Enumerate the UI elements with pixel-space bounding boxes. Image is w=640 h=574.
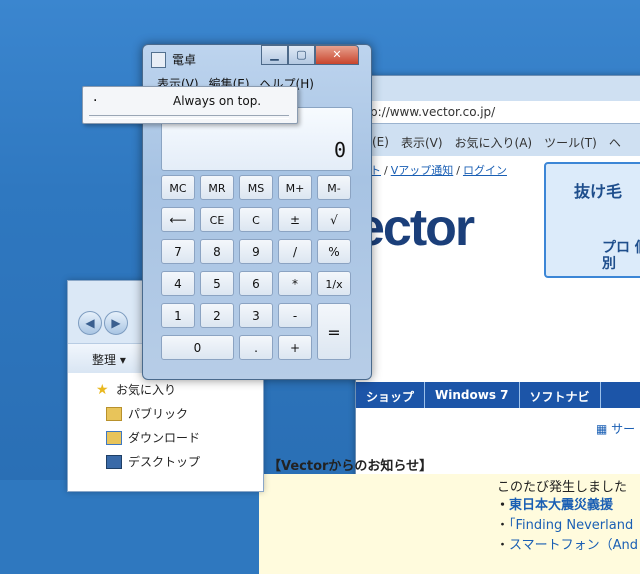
menu-tools[interactable]: ツール(T) (544, 134, 597, 151)
vector-logo[interactable]: ector (356, 198, 475, 258)
display-value: 0 (333, 138, 346, 162)
ad-headline: 抜け毛 (574, 182, 623, 201)
navigation-pane: ★ お気に入り パブリック ダウンロード デスクトップ (68, 373, 263, 491)
close-button[interactable]: ✕ (315, 45, 359, 65)
minimize-button[interactable]: ▁ (261, 45, 288, 65)
always-on-top-item[interactable]: Always on top. (173, 94, 261, 108)
nav-public-label: パブリック (128, 407, 189, 421)
key-4[interactable]: 4 (161, 271, 195, 296)
nav-favorites-label: お気に入り (116, 383, 177, 397)
menu-view[interactable]: 表示(V) (401, 134, 443, 151)
key-mplus[interactable]: M+ (278, 175, 312, 200)
nav-buttons: ◀ ▶ (78, 311, 128, 335)
key-sqrt[interactable]: √ (317, 207, 351, 232)
key-reciprocal[interactable]: 1/x (317, 271, 351, 296)
organize-button[interactable]: 整理 ▾ (92, 351, 126, 368)
key-ms[interactable]: MS (239, 175, 273, 200)
site-nav: ショップ Windows 7 ソフトナビ (356, 382, 640, 408)
key-6[interactable]: 6 (239, 271, 273, 296)
key-subtract[interactable]: - (278, 303, 312, 328)
folder-icon (106, 406, 122, 421)
key-7[interactable]: 7 (161, 239, 195, 264)
link-login[interactable]: ログイン (463, 164, 507, 177)
key-mc[interactable]: MC (161, 175, 195, 200)
nav-downloads-label: ダウンロード (128, 431, 201, 445)
notice-list: 東日本大震災義援 「Finding Neverland スマートフォン（And (496, 496, 638, 556)
key-8[interactable]: 8 (200, 239, 234, 264)
notice-item[interactable]: スマートフォン（And (496, 536, 638, 556)
key-percent[interactable]: % (317, 239, 351, 264)
key-add[interactable]: + (278, 335, 312, 360)
menu-bullet-icon: · (93, 93, 98, 109)
calculator-title: 電卓 (172, 53, 197, 67)
star-icon: ★ (96, 381, 109, 398)
notice-heading: 【Vectorからのお知らせ】 (268, 459, 433, 474)
desktop-icon (106, 454, 122, 469)
key-0[interactable]: 0 (161, 335, 234, 360)
key-plusminus[interactable]: ± (278, 207, 312, 232)
key-equals[interactable]: = (317, 303, 351, 360)
always-on-top-menu: · Always on top. (82, 86, 298, 124)
browser-menu-bar: (E) 表示(V) お気に入り(A) ツール(T) ヘ (356, 131, 640, 153)
key-5[interactable]: 5 (200, 271, 234, 296)
key-mminus[interactable]: M- (317, 175, 351, 200)
key-1[interactable]: 1 (161, 303, 195, 328)
key-c[interactable]: C (239, 207, 273, 232)
header-links: ト / Vアップ通知 / ログイン (370, 164, 507, 177)
key-divide[interactable]: / (278, 239, 312, 264)
nav-desktop-label: デスクトップ (128, 455, 201, 469)
nav-windows7[interactable]: Windows 7 (425, 382, 520, 408)
chart-link[interactable]: ▦ サー (596, 420, 635, 437)
menu-edit[interactable]: (E) (372, 135, 389, 149)
menu-help[interactable]: ヘ (609, 134, 621, 151)
key-decimal[interactable]: . (239, 335, 273, 360)
forward-arrow-icon[interactable]: ▶ (104, 311, 128, 335)
download-folder-icon (106, 430, 122, 445)
chart-link-text: サー (611, 422, 636, 436)
key-3[interactable]: 3 (239, 303, 273, 328)
nav-softnavi[interactable]: ソフトナビ (520, 382, 601, 408)
nav-public[interactable]: パブリック (106, 405, 188, 422)
link-update-notice[interactable]: Vアップ通知 (391, 164, 454, 177)
key-mr[interactable]: MR (200, 175, 234, 200)
maximize-button[interactable]: ▢ (288, 45, 315, 65)
notice-intro: このたび発生しました (497, 480, 628, 495)
notice-item[interactable]: 東日本大震災義援 (496, 496, 638, 516)
back-arrow-icon[interactable]: ◀ (78, 311, 102, 335)
nav-favorites[interactable]: ★ お気に入り (96, 381, 176, 398)
nav-desktop[interactable]: デスクトップ (106, 453, 200, 470)
nav-shop[interactable]: ショップ (356, 382, 426, 408)
caption-buttons: ▁ ▢ ✕ (261, 45, 359, 65)
menu-favorites[interactable]: お気に入り(A) (455, 134, 533, 151)
address-text: p://www.vector.co.jp/ (370, 105, 496, 119)
key-multiply[interactable]: * (278, 271, 312, 296)
browser-window: p://www.vector.co.jp/ (E) 表示(V) お気に入り(A)… (259, 75, 640, 574)
key-backspace[interactable]: ⟵ (161, 207, 195, 232)
notice-item[interactable]: 「Finding Neverland (496, 516, 638, 536)
ad-subtext: プロ 個別 (602, 240, 640, 272)
calculator-icon (151, 52, 166, 68)
web-page: ト/Vアップ通知/ログイン ector 抜け毛 プロ 個別 ショップ Windo… (259, 156, 640, 574)
key-9[interactable]: 9 (239, 239, 273, 264)
ad-banner[interactable]: 抜け毛 プロ 個別 (544, 162, 640, 278)
address-bar[interactable]: p://www.vector.co.jp/ (356, 101, 640, 124)
key-2[interactable]: 2 (200, 303, 234, 328)
nav-downloads[interactable]: ダウンロード (106, 429, 200, 446)
menu-separator (89, 115, 289, 119)
key-ce[interactable]: CE (200, 207, 234, 232)
